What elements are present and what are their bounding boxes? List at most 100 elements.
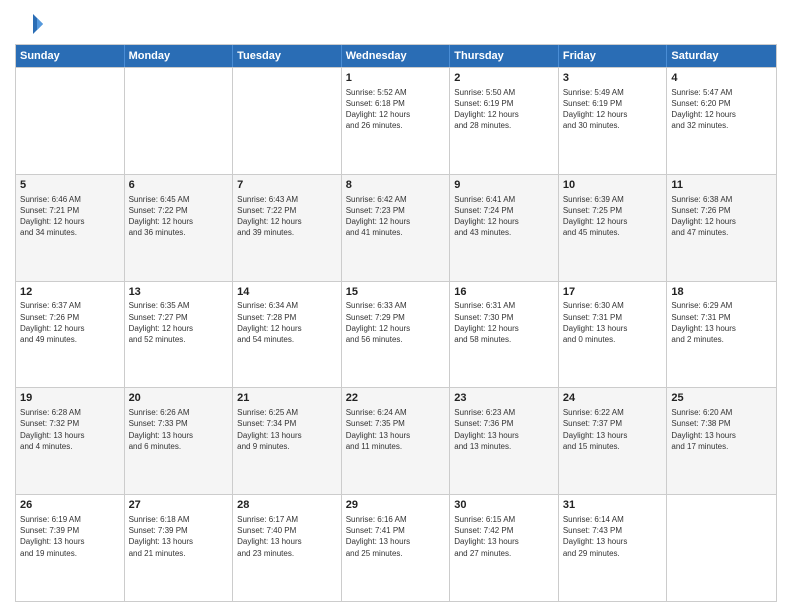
day-info: Sunrise: 6:25 AM Sunset: 7:34 PM Dayligh… xyxy=(237,407,337,452)
day-info: Sunrise: 6:28 AM Sunset: 7:32 PM Dayligh… xyxy=(20,407,120,452)
calendar-cell: 18Sunrise: 6:29 AM Sunset: 7:31 PM Dayli… xyxy=(667,282,776,388)
calendar-row: 12Sunrise: 6:37 AM Sunset: 7:26 PM Dayli… xyxy=(16,281,776,388)
day-info: Sunrise: 6:30 AM Sunset: 7:31 PM Dayligh… xyxy=(563,300,663,345)
day-number: 29 xyxy=(346,498,446,513)
calendar-cell: 10Sunrise: 6:39 AM Sunset: 7:25 PM Dayli… xyxy=(559,175,668,281)
calendar-body: 1Sunrise: 5:52 AM Sunset: 6:18 PM Daylig… xyxy=(16,67,776,601)
day-info: Sunrise: 5:49 AM Sunset: 6:19 PM Dayligh… xyxy=(563,87,663,132)
header xyxy=(15,10,777,38)
day-info: Sunrise: 6:23 AM Sunset: 7:36 PM Dayligh… xyxy=(454,407,554,452)
day-number: 27 xyxy=(129,498,229,513)
day-info: Sunrise: 5:52 AM Sunset: 6:18 PM Dayligh… xyxy=(346,87,446,132)
day-number: 13 xyxy=(129,285,229,300)
day-info: Sunrise: 6:38 AM Sunset: 7:26 PM Dayligh… xyxy=(671,194,772,239)
day-info: Sunrise: 6:16 AM Sunset: 7:41 PM Dayligh… xyxy=(346,514,446,559)
day-number: 30 xyxy=(454,498,554,513)
day-info: Sunrise: 6:15 AM Sunset: 7:42 PM Dayligh… xyxy=(454,514,554,559)
day-info: Sunrise: 6:20 AM Sunset: 7:38 PM Dayligh… xyxy=(671,407,772,452)
calendar-row: 1Sunrise: 5:52 AM Sunset: 6:18 PM Daylig… xyxy=(16,67,776,174)
calendar-cell: 9Sunrise: 6:41 AM Sunset: 7:24 PM Daylig… xyxy=(450,175,559,281)
day-number: 28 xyxy=(237,498,337,513)
logo-icon xyxy=(15,10,43,38)
day-info: Sunrise: 6:19 AM Sunset: 7:39 PM Dayligh… xyxy=(20,514,120,559)
logo xyxy=(15,10,47,38)
calendar-cell: 6Sunrise: 6:45 AM Sunset: 7:22 PM Daylig… xyxy=(125,175,234,281)
day-number: 19 xyxy=(20,391,120,406)
calendar-cell: 3Sunrise: 5:49 AM Sunset: 6:19 PM Daylig… xyxy=(559,68,668,174)
calendar-cell: 24Sunrise: 6:22 AM Sunset: 7:37 PM Dayli… xyxy=(559,388,668,494)
calendar-cell: 27Sunrise: 6:18 AM Sunset: 7:39 PM Dayli… xyxy=(125,495,234,601)
calendar-cell: 17Sunrise: 6:30 AM Sunset: 7:31 PM Dayli… xyxy=(559,282,668,388)
day-info: Sunrise: 6:33 AM Sunset: 7:29 PM Dayligh… xyxy=(346,300,446,345)
calendar-cell xyxy=(667,495,776,601)
day-info: Sunrise: 6:45 AM Sunset: 7:22 PM Dayligh… xyxy=(129,194,229,239)
day-number: 31 xyxy=(563,498,663,513)
day-number: 8 xyxy=(346,178,446,193)
calendar-cell: 23Sunrise: 6:23 AM Sunset: 7:36 PM Dayli… xyxy=(450,388,559,494)
calendar-cell: 7Sunrise: 6:43 AM Sunset: 7:22 PM Daylig… xyxy=(233,175,342,281)
day-info: Sunrise: 6:31 AM Sunset: 7:30 PM Dayligh… xyxy=(454,300,554,345)
calendar-cell: 4Sunrise: 5:47 AM Sunset: 6:20 PM Daylig… xyxy=(667,68,776,174)
day-number: 23 xyxy=(454,391,554,406)
day-info: Sunrise: 5:47 AM Sunset: 6:20 PM Dayligh… xyxy=(671,87,772,132)
day-info: Sunrise: 6:46 AM Sunset: 7:21 PM Dayligh… xyxy=(20,194,120,239)
calendar-cell: 20Sunrise: 6:26 AM Sunset: 7:33 PM Dayli… xyxy=(125,388,234,494)
day-number: 6 xyxy=(129,178,229,193)
day-info: Sunrise: 6:14 AM Sunset: 7:43 PM Dayligh… xyxy=(563,514,663,559)
weekday-header: Friday xyxy=(559,45,668,67)
calendar: SundayMondayTuesdayWednesdayThursdayFrid… xyxy=(15,44,777,602)
calendar-cell: 12Sunrise: 6:37 AM Sunset: 7:26 PM Dayli… xyxy=(16,282,125,388)
calendar-row: 26Sunrise: 6:19 AM Sunset: 7:39 PM Dayli… xyxy=(16,494,776,601)
day-info: Sunrise: 6:39 AM Sunset: 7:25 PM Dayligh… xyxy=(563,194,663,239)
day-number: 24 xyxy=(563,391,663,406)
weekday-header: Wednesday xyxy=(342,45,451,67)
day-info: Sunrise: 6:37 AM Sunset: 7:26 PM Dayligh… xyxy=(20,300,120,345)
day-number: 11 xyxy=(671,178,772,193)
day-number: 7 xyxy=(237,178,337,193)
calendar-cell: 8Sunrise: 6:42 AM Sunset: 7:23 PM Daylig… xyxy=(342,175,451,281)
calendar-cell: 15Sunrise: 6:33 AM Sunset: 7:29 PM Dayli… xyxy=(342,282,451,388)
day-number: 9 xyxy=(454,178,554,193)
day-info: Sunrise: 6:18 AM Sunset: 7:39 PM Dayligh… xyxy=(129,514,229,559)
calendar-cell: 19Sunrise: 6:28 AM Sunset: 7:32 PM Dayli… xyxy=(16,388,125,494)
day-number: 10 xyxy=(563,178,663,193)
day-number: 12 xyxy=(20,285,120,300)
calendar-row: 19Sunrise: 6:28 AM Sunset: 7:32 PM Dayli… xyxy=(16,387,776,494)
day-number: 22 xyxy=(346,391,446,406)
day-info: Sunrise: 6:17 AM Sunset: 7:40 PM Dayligh… xyxy=(237,514,337,559)
calendar-cell: 29Sunrise: 6:16 AM Sunset: 7:41 PM Dayli… xyxy=(342,495,451,601)
weekday-header: Saturday xyxy=(667,45,776,67)
calendar-cell: 30Sunrise: 6:15 AM Sunset: 7:42 PM Dayli… xyxy=(450,495,559,601)
day-number: 14 xyxy=(237,285,337,300)
calendar-cell: 1Sunrise: 5:52 AM Sunset: 6:18 PM Daylig… xyxy=(342,68,451,174)
day-info: Sunrise: 6:22 AM Sunset: 7:37 PM Dayligh… xyxy=(563,407,663,452)
weekday-header: Thursday xyxy=(450,45,559,67)
calendar-cell: 26Sunrise: 6:19 AM Sunset: 7:39 PM Dayli… xyxy=(16,495,125,601)
day-number: 17 xyxy=(563,285,663,300)
day-number: 25 xyxy=(671,391,772,406)
calendar-cell: 31Sunrise: 6:14 AM Sunset: 7:43 PM Dayli… xyxy=(559,495,668,601)
day-number: 16 xyxy=(454,285,554,300)
day-info: Sunrise: 6:34 AM Sunset: 7:28 PM Dayligh… xyxy=(237,300,337,345)
day-number: 4 xyxy=(671,71,772,86)
day-info: Sunrise: 6:24 AM Sunset: 7:35 PM Dayligh… xyxy=(346,407,446,452)
calendar-cell: 28Sunrise: 6:17 AM Sunset: 7:40 PM Dayli… xyxy=(233,495,342,601)
calendar-cell xyxy=(233,68,342,174)
day-number: 21 xyxy=(237,391,337,406)
calendar-cell: 25Sunrise: 6:20 AM Sunset: 7:38 PM Dayli… xyxy=(667,388,776,494)
calendar-cell: 2Sunrise: 5:50 AM Sunset: 6:19 PM Daylig… xyxy=(450,68,559,174)
day-number: 1 xyxy=(346,71,446,86)
day-number: 15 xyxy=(346,285,446,300)
day-info: Sunrise: 5:50 AM Sunset: 6:19 PM Dayligh… xyxy=(454,87,554,132)
calendar-cell: 21Sunrise: 6:25 AM Sunset: 7:34 PM Dayli… xyxy=(233,388,342,494)
calendar-cell xyxy=(125,68,234,174)
day-info: Sunrise: 6:26 AM Sunset: 7:33 PM Dayligh… xyxy=(129,407,229,452)
day-number: 3 xyxy=(563,71,663,86)
calendar-cell: 22Sunrise: 6:24 AM Sunset: 7:35 PM Dayli… xyxy=(342,388,451,494)
day-info: Sunrise: 6:42 AM Sunset: 7:23 PM Dayligh… xyxy=(346,194,446,239)
weekday-header: Tuesday xyxy=(233,45,342,67)
day-number: 18 xyxy=(671,285,772,300)
calendar-cell xyxy=(16,68,125,174)
weekday-header: Monday xyxy=(125,45,234,67)
day-number: 5 xyxy=(20,178,120,193)
